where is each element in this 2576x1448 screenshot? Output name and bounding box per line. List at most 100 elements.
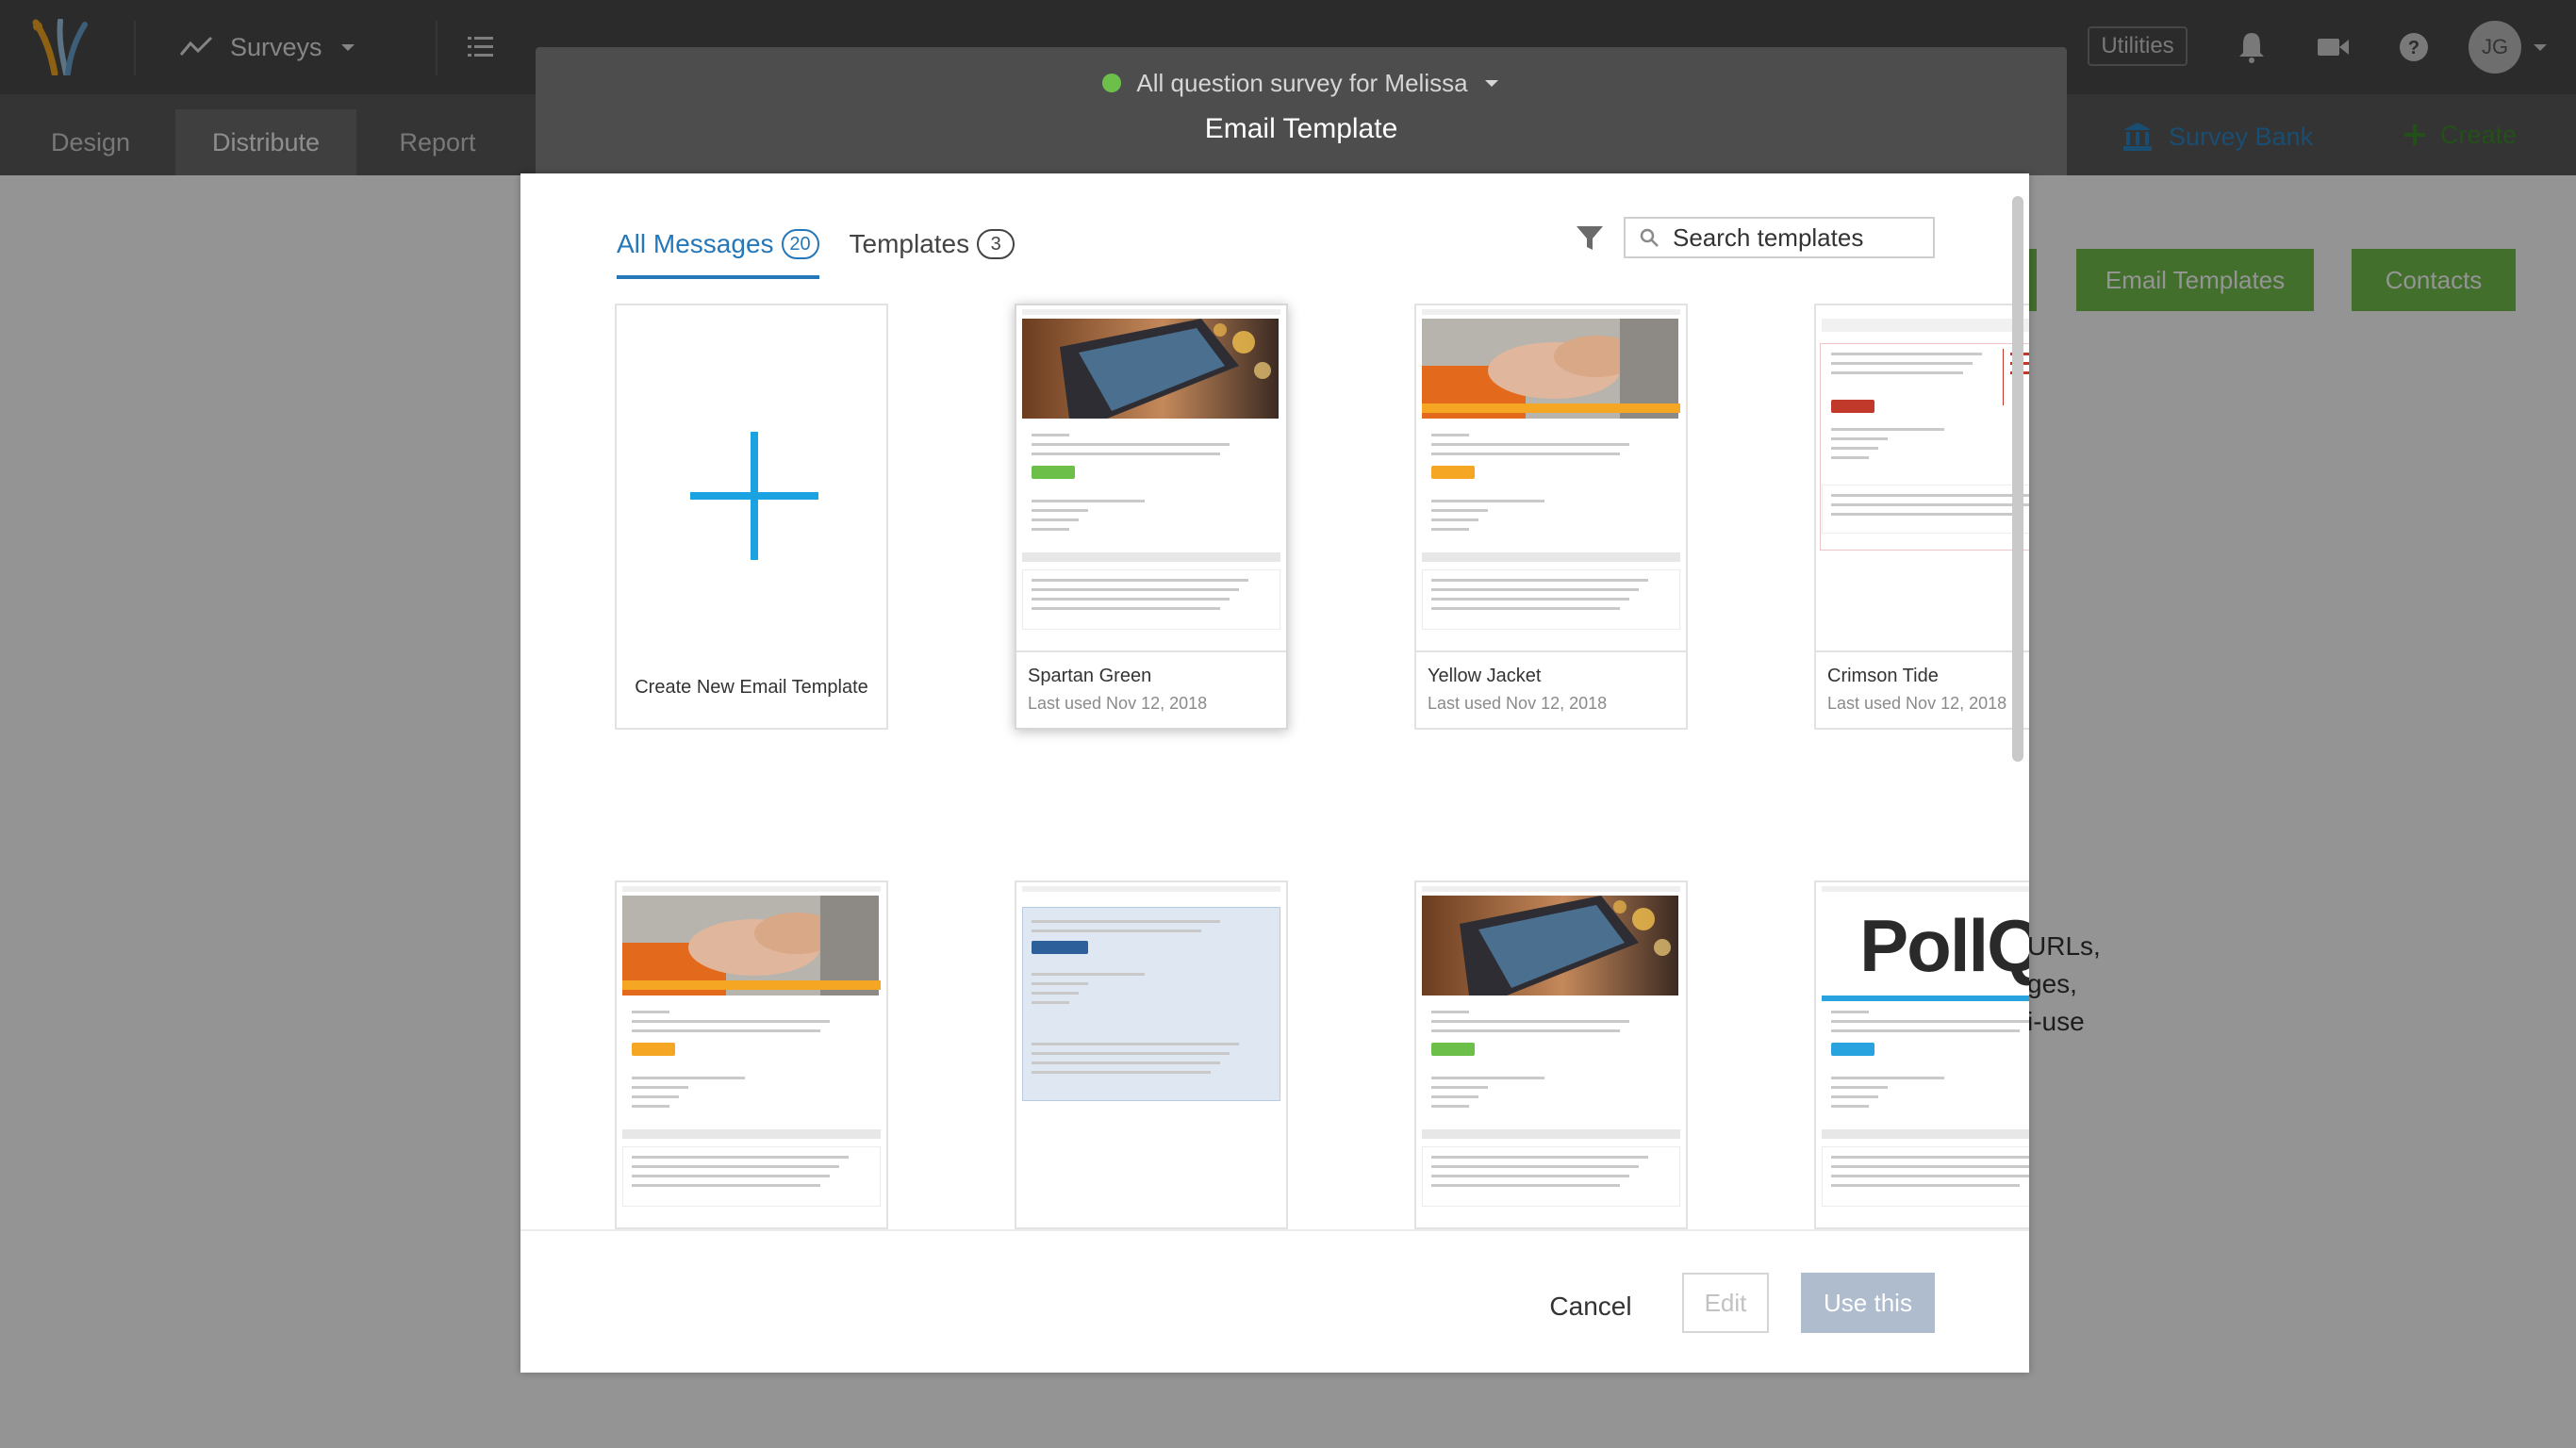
text-line xyxy=(1032,588,1239,591)
search-icon xyxy=(1640,228,1659,247)
template-card[interactable]: Yellow JacketLast used Nov 12, 2018 xyxy=(615,880,888,1229)
scrollbar[interactable] xyxy=(2010,187,2025,1224)
text-line xyxy=(1831,1156,2029,1159)
template-name: Spartan Green xyxy=(1028,666,1152,686)
text-line xyxy=(632,1095,679,1098)
template-preview xyxy=(617,882,886,1229)
text-line xyxy=(632,1165,839,1168)
preview-button xyxy=(1831,1043,1874,1056)
text-line xyxy=(1431,1105,1469,1108)
text-line xyxy=(1032,452,1220,455)
header-strip xyxy=(1022,309,1280,315)
template-preview xyxy=(1416,305,1686,652)
text-line xyxy=(632,1184,820,1187)
template-last-used: Last used Nov 12, 2018 xyxy=(1827,694,2007,713)
preview-outline xyxy=(1820,343,2029,551)
text-line xyxy=(1032,1061,1220,1064)
text-line xyxy=(632,1156,849,1159)
preview-divider xyxy=(1022,552,1280,562)
scroll-thumb[interactable] xyxy=(2012,196,2023,762)
text-line xyxy=(1032,982,1088,985)
text-line xyxy=(1431,1175,1629,1177)
header-strip xyxy=(1822,319,2029,332)
template-card[interactable]: Yellow JacketLast used Nov 12, 2018 xyxy=(1414,304,1688,730)
cancel-button[interactable]: Cancel xyxy=(1539,1280,1643,1333)
survey-selector[interactable]: All question survey for Melissa xyxy=(536,64,2067,102)
message-tabs: All Messages 20 Templates 3 xyxy=(617,221,1016,279)
text-line xyxy=(1431,434,1469,436)
preview-divider xyxy=(1822,1129,2029,1139)
template-card[interactable]: Default classic styleLast used Nov 12, 2… xyxy=(1015,880,1288,1229)
template-card[interactable]: Spartan Green Last used Nov 12, 2018 xyxy=(1015,304,1288,730)
text-line xyxy=(1831,1020,2029,1023)
text-line xyxy=(1831,1105,1869,1108)
text-line xyxy=(1431,1165,1639,1168)
text-line xyxy=(1032,992,1079,995)
preview-divider xyxy=(1422,552,1680,562)
text-line xyxy=(1032,607,1220,610)
header-strip xyxy=(1422,309,1680,315)
create-template-card[interactable]: Create New Email Template xyxy=(615,304,888,730)
text-line xyxy=(1032,598,1230,601)
text-line xyxy=(632,1086,688,1089)
text-line xyxy=(1431,1020,1629,1023)
tab-all-messages[interactable]: All Messages 20 xyxy=(617,221,819,279)
template-card[interactable]: PollQWildcat Blue copyLast used Nov 12, … xyxy=(1814,880,2029,1229)
dialog-footer: Cancel Edit Use this xyxy=(520,1229,2029,1373)
text-line xyxy=(1032,1043,1239,1045)
text-line xyxy=(1431,1029,1620,1032)
header-strip xyxy=(1822,886,2029,892)
text-line xyxy=(1431,1184,1620,1187)
search-input[interactable] xyxy=(1673,222,1918,253)
text-line xyxy=(1431,509,1488,512)
text-line xyxy=(1032,509,1088,512)
text-line xyxy=(1831,1175,2029,1177)
text-line xyxy=(1032,1052,1230,1055)
header-strip xyxy=(1022,886,1280,892)
text-line xyxy=(1431,518,1478,521)
text-line xyxy=(1431,1086,1488,1089)
caret-down-icon xyxy=(1484,80,1498,87)
text-line xyxy=(632,1105,669,1108)
template-card[interactable]: Crimson Tide Last used Nov 12, 2018 xyxy=(1814,304,2029,730)
template-name: Yellow Jacket xyxy=(1428,666,1542,686)
text-line xyxy=(1431,1156,1648,1159)
text-line xyxy=(1831,1086,1888,1089)
text-line xyxy=(1431,452,1620,455)
text-line xyxy=(1032,1071,1211,1074)
text-line xyxy=(1032,579,1248,582)
text-line xyxy=(1032,973,1145,976)
text-line xyxy=(1431,579,1648,582)
accent-bar xyxy=(1422,403,1680,413)
text-line xyxy=(1431,528,1469,531)
preview-divider xyxy=(622,1129,881,1139)
plus-icon xyxy=(690,432,818,560)
filter-icon[interactable] xyxy=(1573,221,1607,255)
preview-button xyxy=(1032,466,1075,479)
edit-button[interactable]: Edit xyxy=(1682,1273,1769,1333)
text-line xyxy=(1032,518,1079,521)
tab-templates[interactable]: Templates 3 xyxy=(850,221,1016,268)
text-line xyxy=(632,1011,669,1013)
text-line xyxy=(1032,443,1230,446)
text-line xyxy=(1032,1001,1069,1004)
text-line xyxy=(1431,588,1639,591)
tab-label: Templates xyxy=(849,229,970,258)
hero-image xyxy=(1422,896,1678,996)
template-preview xyxy=(1816,305,2029,652)
count-badge: 3 xyxy=(977,229,1016,259)
text-line xyxy=(1032,434,1069,436)
use-this-button[interactable]: Use this xyxy=(1801,1273,1935,1333)
text-line xyxy=(1032,920,1220,923)
text-line xyxy=(1831,1184,2020,1187)
text-line xyxy=(1431,500,1544,502)
text-line xyxy=(1431,607,1620,610)
preview-button xyxy=(1431,1043,1475,1056)
accent-bar xyxy=(622,980,881,990)
text-line xyxy=(1431,1077,1544,1079)
template-card[interactable]: English Email InvitationLast used Nov 12… xyxy=(1414,880,1688,1229)
survey-name: All question survey for Melissa xyxy=(1136,68,1468,97)
search-box[interactable] xyxy=(1624,217,1935,258)
modal-title: Email Template xyxy=(1204,113,1398,144)
template-preview xyxy=(1016,305,1286,652)
